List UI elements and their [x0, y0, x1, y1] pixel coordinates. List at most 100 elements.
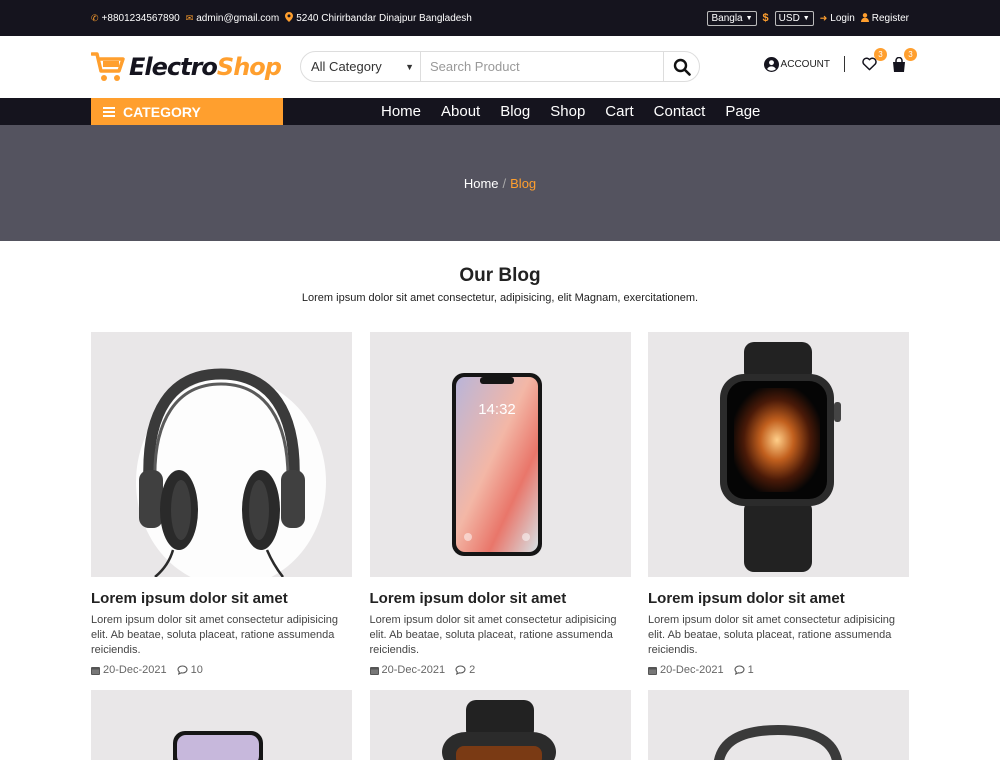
page-banner: Home / Blog	[0, 125, 1000, 241]
chevron-down-icon: ▼	[745, 14, 753, 22]
phone-info[interactable]: ✆ +8801234567890	[91, 13, 180, 24]
category-select[interactable]: All Category ▼	[301, 52, 421, 81]
language-select[interactable]: Bangla ▼	[707, 10, 757, 26]
email-text: admin@gmail.com	[196, 12, 280, 24]
currency-symbol: $	[762, 12, 769, 24]
nav-link-contact[interactable]: Contact	[654, 103, 706, 120]
blog-post-meta: 20-Dec-2021 10	[91, 664, 352, 676]
comment-count: 10	[190, 664, 203, 676]
user-circle-icon	[763, 56, 779, 72]
post-date: 20-Dec-2021	[91, 664, 167, 676]
language-value: Bangla	[711, 12, 743, 24]
site-logo[interactable]: ElectroShop	[91, 51, 291, 83]
login-link[interactable]: ➜ Login	[820, 13, 855, 24]
post-comments[interactable]: 10	[177, 664, 203, 676]
sign-in-icon: ➜	[819, 12, 828, 23]
main-header: ElectroShop All Category ▼ ACCOUNT 3 3	[0, 36, 1000, 98]
blog-post-meta: 20-Dec-2021 2	[369, 664, 631, 676]
user-icon	[860, 12, 869, 24]
page-title: Our Blog	[459, 265, 541, 286]
chevron-down-icon: ▼	[405, 61, 414, 72]
comment-icon	[177, 665, 188, 675]
wishlist-count-badge: 3	[874, 48, 887, 61]
category-select-value: All Category	[311, 59, 382, 74]
search-button[interactable]	[663, 52, 699, 81]
divider	[844, 56, 845, 72]
cart-count-badge: 3	[904, 48, 917, 61]
register-text: Register	[871, 12, 909, 24]
post-comments[interactable]: 2	[455, 664, 475, 676]
comment-count: 1	[747, 664, 754, 676]
blog-post-excerpt: Lorem ipsum dolor sit amet consectetur a…	[91, 614, 339, 656]
nav-link-home[interactable]: Home	[381, 103, 421, 120]
email-info[interactable]: ✉ admin@gmail.com	[186, 13, 280, 24]
blog-image-smartwatch[interactable]	[648, 332, 909, 577]
hamburger-icon	[103, 106, 115, 117]
blog-image-smartphone[interactable]: 14:32	[369, 332, 631, 577]
breadcrumb-separator: /	[502, 175, 507, 191]
blog-card: 14:32 Lorem ipsum dolor sit amet Lorem i…	[369, 332, 631, 676]
phone-icon: ✆	[91, 12, 99, 23]
currency-select[interactable]: USD ▼	[774, 10, 814, 26]
header-actions: ACCOUNT 3 3	[763, 48, 917, 74]
blog-post-meta: 20-Dec-2021 1	[648, 664, 909, 676]
blog-post-excerpt: Lorem ipsum dolor sit amet consectetur a…	[648, 614, 896, 656]
breadcrumb-home[interactable]: Home	[464, 176, 499, 191]
comment-icon	[455, 665, 466, 675]
nav-link-blog[interactable]: Blog	[500, 103, 530, 120]
shopping-cart-icon	[91, 52, 125, 81]
navigation-bar: CATEGORY Home About Blog Shop Cart Conta…	[0, 98, 1000, 125]
category-menu-button[interactable]: CATEGORY	[91, 98, 283, 125]
shopping-bag-icon	[893, 56, 905, 72]
smartphone-icon: 14:32	[369, 332, 631, 577]
nav-link-about[interactable]: About	[441, 103, 480, 120]
nav-link-cart[interactable]: Cart	[605, 103, 633, 120]
calendar-icon	[648, 666, 657, 675]
post-comments[interactable]: 1	[734, 664, 754, 676]
blog-post-excerpt: Lorem ipsum dolor sit amet consectetur a…	[369, 614, 617, 656]
wishlist-button[interactable]: 3	[859, 48, 887, 74]
register-link[interactable]: Register	[860, 12, 909, 24]
post-date: 20-Dec-2021	[369, 664, 446, 676]
account-link[interactable]: ACCOUNT	[763, 56, 830, 72]
envelope-icon: ✉	[185, 12, 194, 23]
post-date-text: 20-Dec-2021	[103, 664, 167, 676]
blog-card: Lorem ipsum dolor sit amet Lorem ipsum d…	[91, 332, 352, 676]
category-menu-label: CATEGORY	[123, 103, 201, 120]
blog-post-title[interactable]: Lorem ipsum dolor sit amet	[370, 590, 631, 607]
comment-icon	[734, 665, 745, 675]
currency-value: USD	[778, 12, 800, 24]
address-info: 5240 Chirirbandar Dinajpur Bangladesh	[285, 12, 472, 24]
topbar-actions: Bangla ▼ $ USD ▼ ➜ Login Register	[707, 10, 909, 26]
post-date-text: 20-Dec-2021	[660, 664, 724, 676]
blog-grid: Lorem ipsum dolor sit amet Lorem ipsum d…	[91, 332, 909, 760]
page-subtitle: Lorem ipsum dolor sit amet consectetur, …	[301, 292, 699, 304]
blog-post-title[interactable]: Lorem ipsum dolor sit amet	[648, 590, 909, 607]
map-pin-icon	[285, 12, 294, 24]
smartwatch-icon	[648, 332, 909, 577]
address-text: 5240 Chirirbandar Dinajpur Bangladesh	[296, 12, 472, 24]
nav-link-page[interactable]: Page	[725, 103, 760, 120]
comment-count: 2	[469, 664, 476, 676]
nav-link-shop[interactable]: Shop	[550, 103, 585, 120]
search-input[interactable]	[421, 52, 663, 81]
calendar-icon	[369, 666, 379, 675]
main-menu: Home About Blog Shop Cart Contact Page	[381, 98, 760, 125]
search-icon	[673, 58, 691, 76]
blog-card: Lorem ipsum dolor sit amet Lorem ipsum d…	[648, 332, 909, 676]
blog-post-title[interactable]: Lorem ipsum dolor sit amet	[91, 590, 352, 607]
logo-text: ElectroShop	[129, 53, 282, 81]
phone-clock: 14:32	[478, 401, 516, 418]
login-text: Login	[830, 12, 855, 24]
heart-icon	[861, 57, 877, 71]
post-date-text: 20-Dec-2021	[381, 664, 446, 676]
calendar-icon	[91, 666, 100, 675]
blog-header: Our Blog Lorem ipsum dolor sit amet cons…	[0, 265, 1000, 304]
account-label: ACCOUNT	[780, 58, 830, 70]
post-date: 20-Dec-2021	[648, 664, 724, 676]
cart-button[interactable]: 3	[889, 48, 917, 74]
chevron-down-icon: ▼	[802, 14, 810, 22]
top-bar: ✆ +8801234567890 ✉ admin@gmail.com 5240 …	[0, 0, 1000, 36]
headphones-icon	[91, 332, 352, 577]
blog-image-headphones[interactable]	[91, 332, 352, 577]
